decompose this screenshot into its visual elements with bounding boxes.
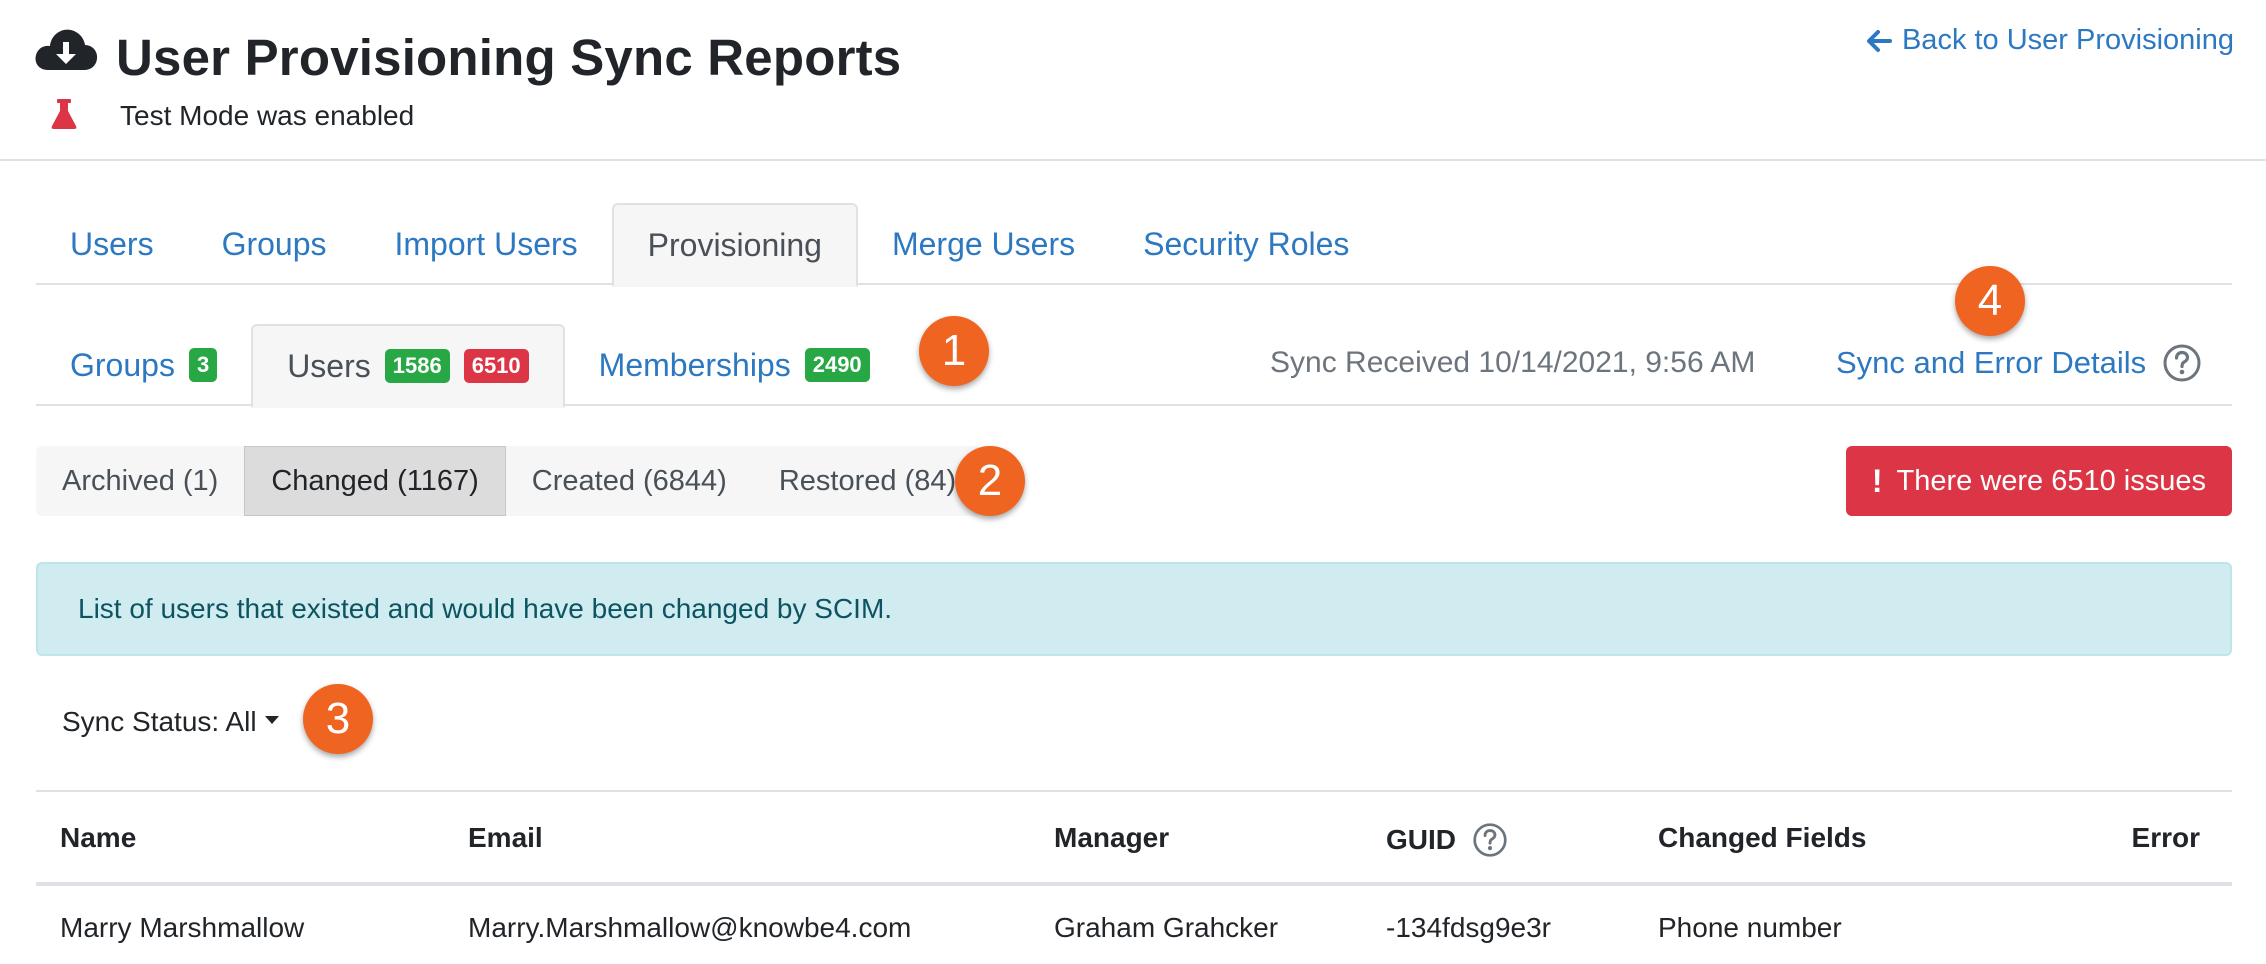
tab-import-users[interactable]: Import Users (361, 203, 612, 285)
column-header-email[interactable]: Email (468, 822, 543, 854)
tab-security-roles[interactable]: Security Roles (1109, 203, 1383, 285)
column-header-guid[interactable]: GUID (1386, 822, 1508, 858)
tab-provisioning[interactable]: Provisioning (611, 203, 858, 287)
subtab-memberships-label: Memberships (598, 346, 791, 383)
callout-4: 4 (1955, 266, 2025, 336)
tab-groups[interactable]: Groups (188, 203, 361, 285)
filter-created-button[interactable]: Created (6844) (506, 446, 753, 516)
cell-manager: Graham Grahcker (1054, 912, 1279, 943)
tab-users[interactable]: Users (36, 203, 188, 285)
cloud-download-icon (35, 29, 98, 70)
column-header-error[interactable]: Error (2132, 822, 2200, 854)
flask-icon (51, 99, 77, 129)
arrow-left-icon (1866, 29, 1892, 52)
exclamation-icon: ! (1871, 462, 1883, 499)
change-type-filter-group: Archived (1) Changed (1167) Created (684… (36, 446, 983, 516)
tab-merge-users[interactable]: Merge Users (858, 203, 1109, 285)
groups-count-badge: 3 (188, 348, 218, 382)
sync-status-dropdown[interactable]: Sync Status: All (62, 706, 279, 738)
subtab-memberships[interactable]: Memberships 2490 (565, 324, 904, 406)
info-alert-text: List of users that existed and would hav… (78, 593, 893, 624)
sync-error-details-link[interactable]: Sync and Error Details (1836, 343, 2202, 383)
filter-archived-button[interactable]: Archived (1) (36, 446, 244, 516)
question-circle-icon[interactable] (1472, 822, 1508, 858)
main-tabs: Users Groups Import Users Provisioning M… (36, 203, 2232, 287)
caret-down-icon (264, 716, 279, 724)
info-alert: List of users that existed and would hav… (36, 562, 2232, 656)
page-title: User Provisioning Sync Reports (116, 29, 902, 86)
column-header-manager[interactable]: Manager (1054, 822, 1169, 854)
subtab-users-label: Users (287, 347, 371, 384)
memberships-count-badge: 2490 (804, 348, 870, 382)
column-header-name[interactable]: Name (60, 822, 136, 854)
subtab-users[interactable]: Users 1586 6510 (251, 324, 565, 408)
issues-button-label: There were 6510 issues (1896, 464, 2207, 497)
cell-changed-fields: Phone number (1658, 912, 1842, 943)
question-circle-icon[interactable] (2162, 343, 2202, 383)
callout-3: 3 (303, 684, 373, 754)
subtab-groups[interactable]: Groups 3 (36, 324, 251, 406)
sync-status-label: Sync Status: All (62, 706, 257, 737)
filter-changed-button[interactable]: Changed (1167) (244, 446, 506, 516)
column-header-changed-fields[interactable]: Changed Fields (1658, 822, 1866, 854)
cell-guid: -134fdsg9e3r (1386, 912, 1552, 943)
issues-button[interactable]: ! There were 6510 issues (1845, 446, 2232, 516)
page-header: User Provisioning Sync Reports Test Mode… (0, 0, 2266, 161)
back-to-user-provisioning-link[interactable]: Back to User Provisioning (1866, 24, 2234, 57)
cell-email: Marry.Marshmallow@knowbe4.com (468, 912, 912, 943)
callout-2: 2 (955, 446, 1025, 516)
users-table: Name Email Manager GUID Changed Fields E… (36, 790, 2232, 964)
sync-details-label: Sync and Error Details (1836, 345, 2147, 380)
sync-received-timestamp: Sync Received 10/14/2021, 9:56 AM (1270, 346, 1756, 379)
test-mode-notice: Test Mode was enabled (120, 100, 415, 131)
subtab-groups-label: Groups (70, 346, 175, 383)
guid-header-label: GUID (1386, 824, 1456, 855)
table-header: Name Email Manager GUID Changed Fields E… (36, 792, 2232, 886)
callout-1: 1 (919, 316, 989, 386)
cell-name: Marry Marshmallow (60, 912, 305, 943)
back-link-label: Back to User Provisioning (1901, 24, 2234, 56)
table-row[interactable]: Marry Marshmallow Marry.Marshmallow@know… (36, 886, 2232, 964)
users-error-badge: 6510 (463, 349, 529, 383)
filter-restored-button[interactable]: Restored (84) (753, 446, 982, 516)
users-count-badge: 1586 (384, 349, 450, 383)
